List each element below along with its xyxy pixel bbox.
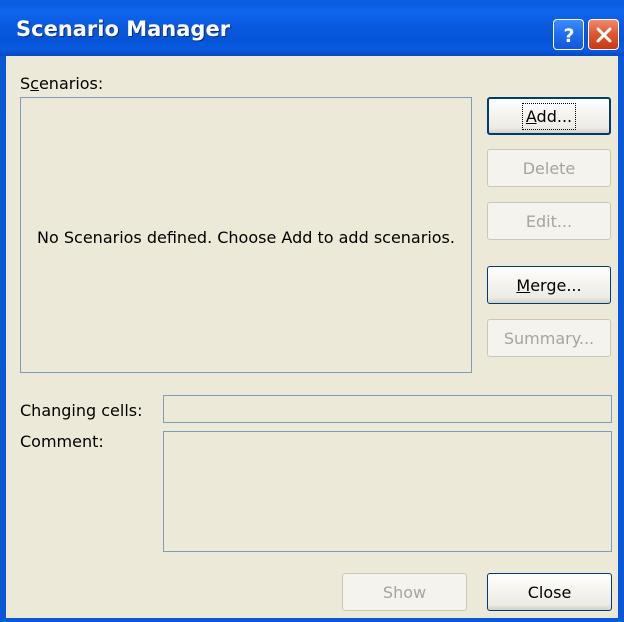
- help-icon: ?: [563, 25, 574, 46]
- window-frame-right: [618, 56, 624, 622]
- close-icon: [596, 27, 611, 42]
- empty-scenarios-message: No Scenarios defined. Choose Add to add …: [37, 228, 455, 247]
- changing-cells-label: Changing cells:: [20, 401, 143, 420]
- scenarios-label: Scenarios:: [20, 74, 104, 93]
- svg-text:?: ?: [563, 25, 574, 46]
- summary-button[interactable]: Summary...: [487, 319, 611, 357]
- changing-cells-field[interactable]: [163, 395, 612, 423]
- comment-label: Comment:: [20, 432, 104, 451]
- edit-button[interactable]: Edit...: [487, 202, 611, 240]
- window-frame-left: [0, 56, 6, 622]
- window-frame-bottom: [0, 618, 624, 622]
- help-button[interactable]: ?: [553, 19, 584, 50]
- merge-button[interactable]: Merge...: [487, 266, 611, 304]
- title-bar[interactable]: Scenario Manager ?: [0, 0, 624, 56]
- close-button[interactable]: Close: [487, 573, 612, 611]
- delete-button[interactable]: Delete: [487, 149, 611, 187]
- close-window-button[interactable]: [588, 19, 619, 50]
- comment-field[interactable]: [163, 431, 612, 552]
- scenario-manager-dialog: Scenario Manager ? Scenarios: No Scenari…: [0, 0, 624, 622]
- add-button[interactable]: Add...: [487, 97, 611, 135]
- show-button[interactable]: Show: [342, 573, 467, 611]
- scenarios-list[interactable]: No Scenarios defined. Choose Add to add …: [20, 97, 472, 373]
- window-title: Scenario Manager: [16, 17, 231, 41]
